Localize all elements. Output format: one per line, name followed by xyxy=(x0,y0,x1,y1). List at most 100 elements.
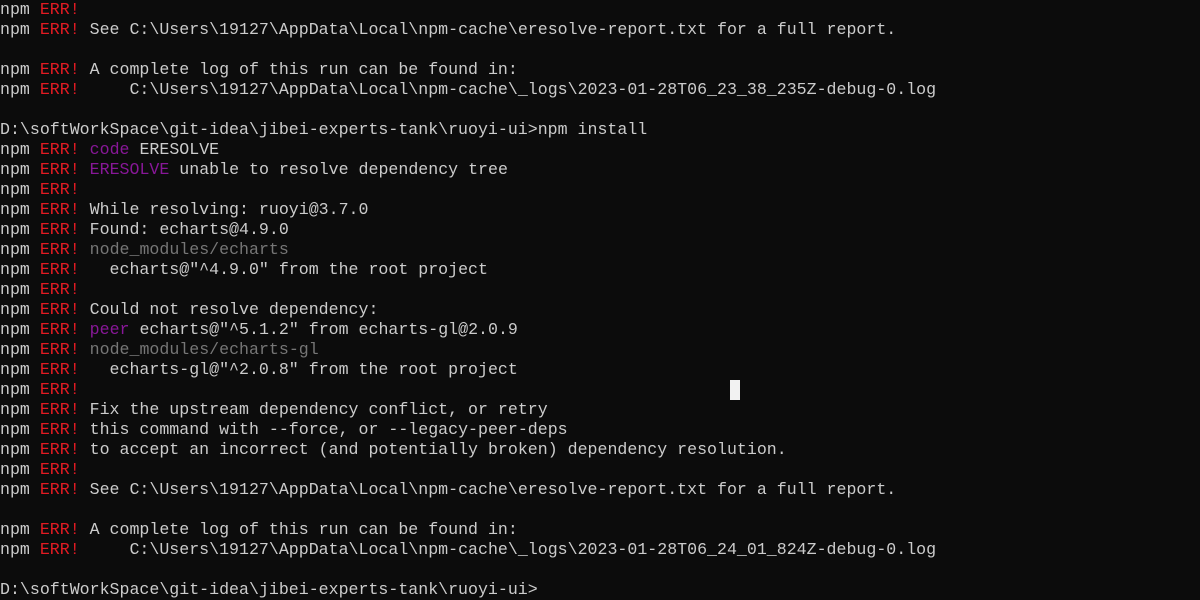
terminal-output[interactable]: npm ERR! npm ERR! See C:\Users\19127\AppD… xyxy=(0,0,936,600)
error-tag: ERR! xyxy=(39,320,80,339)
error-tag: ERR! xyxy=(39,400,80,419)
terminal-text: npm xyxy=(0,0,40,19)
error-tag: ERR! xyxy=(39,220,80,239)
terminal-line: npm ERR! While resolving: ruoyi@3.7.0 xyxy=(0,200,936,220)
error-tag: ERR! xyxy=(39,20,80,39)
terminal-text: C:\Users\19127\AppData\Local\npm-cache\_… xyxy=(79,540,937,559)
terminal-line: npm ERR! A complete log of this run can … xyxy=(0,520,936,540)
terminal-text: A complete log of this run can be found … xyxy=(79,520,518,539)
terminal-line: npm ERR! echarts-gl@"^2.0.8" from the ro… xyxy=(0,360,936,380)
error-tag: ERR! xyxy=(39,480,80,499)
terminal-text: Could not resolve dependency: xyxy=(79,300,379,319)
terminal-line: npm ERR! See C:\Users\19127\AppData\Loca… xyxy=(0,480,936,500)
error-tag: ERR! xyxy=(39,80,80,99)
terminal-text: npm xyxy=(0,480,40,499)
terminal-text: A complete log of this run can be found … xyxy=(79,60,518,79)
terminal-text: npm xyxy=(0,180,40,199)
terminal-text: Found: echarts@4.9.0 xyxy=(79,220,289,239)
terminal-text: npm xyxy=(0,20,40,39)
terminal-line: npm ERR! peer echarts@"^5.1.2" from echa… xyxy=(0,320,936,340)
error-tag: ERR! xyxy=(39,360,80,379)
terminal-text: npm xyxy=(0,520,40,539)
error-tag: ERR! xyxy=(39,380,80,399)
terminal-text: D:\softWorkSpace\git-idea\jibei-experts-… xyxy=(0,580,538,599)
terminal-text: npm xyxy=(0,280,40,299)
terminal-line: npm ERR! C:\Users\19127\AppData\Local\np… xyxy=(0,540,936,560)
error-tag: ERR! xyxy=(39,160,80,179)
terminal-text: echarts@"^5.1.2" from echarts-gl@2.0.9 xyxy=(129,320,518,339)
terminal-line: npm ERR! Found: echarts@4.9.0 xyxy=(0,220,936,240)
terminal-text: npm xyxy=(0,400,40,419)
text-cursor xyxy=(730,380,740,400)
terminal-text: While resolving: ruoyi@3.7.0 xyxy=(79,200,369,219)
error-tag: ERR! xyxy=(39,440,80,459)
terminal-line: npm ERR! xyxy=(0,280,936,300)
terminal-text: C:\Users\19127\AppData\Local\npm-cache\_… xyxy=(79,80,937,99)
terminal-line: npm ERR! node_modules/echarts-gl xyxy=(0,340,936,360)
terminal-line: npm ERR! xyxy=(0,0,936,20)
terminal-text: Fix the upstream dependency conflict, or… xyxy=(79,400,548,419)
terminal-text: code xyxy=(89,140,130,159)
terminal-text: echarts-gl@"^2.0.8" from the root projec… xyxy=(79,360,518,379)
error-tag: ERR! xyxy=(39,60,80,79)
error-tag: ERR! xyxy=(39,0,80,19)
terminal-text: npm xyxy=(0,300,40,319)
error-tag: ERR! xyxy=(39,520,80,539)
terminal-text: ERESOLVE xyxy=(89,160,170,179)
error-tag: ERR! xyxy=(39,420,80,439)
terminal-line: npm ERR! this command with --force, or -… xyxy=(0,420,936,440)
terminal-text: peer xyxy=(89,320,130,339)
terminal-line: npm ERR! ERESOLVE unable to resolve depe… xyxy=(0,160,936,180)
terminal-line: D:\softWorkSpace\git-idea\jibei-experts-… xyxy=(0,580,936,600)
error-tag: ERR! xyxy=(39,460,80,479)
terminal-text: npm xyxy=(0,140,40,159)
error-tag: ERR! xyxy=(39,300,80,319)
terminal-text: this command with --force, or --legacy-p… xyxy=(79,420,568,439)
terminal-line: npm ERR! C:\Users\19127\AppData\Local\np… xyxy=(0,80,936,100)
terminal-line: npm ERR! xyxy=(0,460,936,480)
terminal-line: npm ERR! See C:\Users\19127\AppData\Loca… xyxy=(0,20,936,40)
terminal-text: npm xyxy=(0,240,40,259)
terminal-line: npm ERR! node_modules/echarts xyxy=(0,240,936,260)
terminal-text: npm xyxy=(0,60,40,79)
terminal-text: npm xyxy=(0,320,40,339)
terminal-line: D:\softWorkSpace\git-idea\jibei-experts-… xyxy=(0,120,936,140)
terminal-line: npm ERR! A complete log of this run can … xyxy=(0,60,936,80)
terminal-text: npm xyxy=(0,360,40,379)
terminal-line: npm ERR! xyxy=(0,380,936,400)
terminal-line: npm ERR! xyxy=(0,180,936,200)
terminal-line: npm ERR! Fix the upstream dependency con… xyxy=(0,400,936,420)
terminal-text: D:\softWorkSpace\git-idea\jibei-experts-… xyxy=(0,120,648,139)
terminal-text: npm xyxy=(0,460,40,479)
error-tag: ERR! xyxy=(39,180,80,199)
terminal-text: npm xyxy=(0,260,40,279)
terminal-text: npm xyxy=(0,340,40,359)
terminal-text: npm xyxy=(0,160,40,179)
terminal-text: unable to resolve dependency tree xyxy=(169,160,508,179)
terminal-text: npm xyxy=(0,80,40,99)
terminal-line: npm ERR! echarts@"^4.9.0" from the root … xyxy=(0,260,936,280)
terminal-text: npm xyxy=(0,380,40,399)
terminal-text: echarts@"^4.9.0" from the root project xyxy=(79,260,488,279)
error-tag: ERR! xyxy=(39,280,80,299)
terminal-text: npm xyxy=(0,200,40,219)
error-tag: ERR! xyxy=(39,200,80,219)
terminal-line: npm ERR! code ERESOLVE xyxy=(0,140,936,160)
error-tag: ERR! xyxy=(39,140,80,159)
terminal-text: npm xyxy=(0,220,40,239)
terminal-text: npm xyxy=(0,420,40,439)
terminal-text: ERESOLVE xyxy=(129,140,220,159)
error-tag: ERR! xyxy=(39,240,80,259)
error-tag: ERR! xyxy=(39,540,80,559)
terminal-text: npm xyxy=(0,540,40,559)
terminal-text: See C:\Users\19127\AppData\Local\npm-cac… xyxy=(79,20,897,39)
terminal-text: See C:\Users\19127\AppData\Local\npm-cac… xyxy=(79,480,897,499)
